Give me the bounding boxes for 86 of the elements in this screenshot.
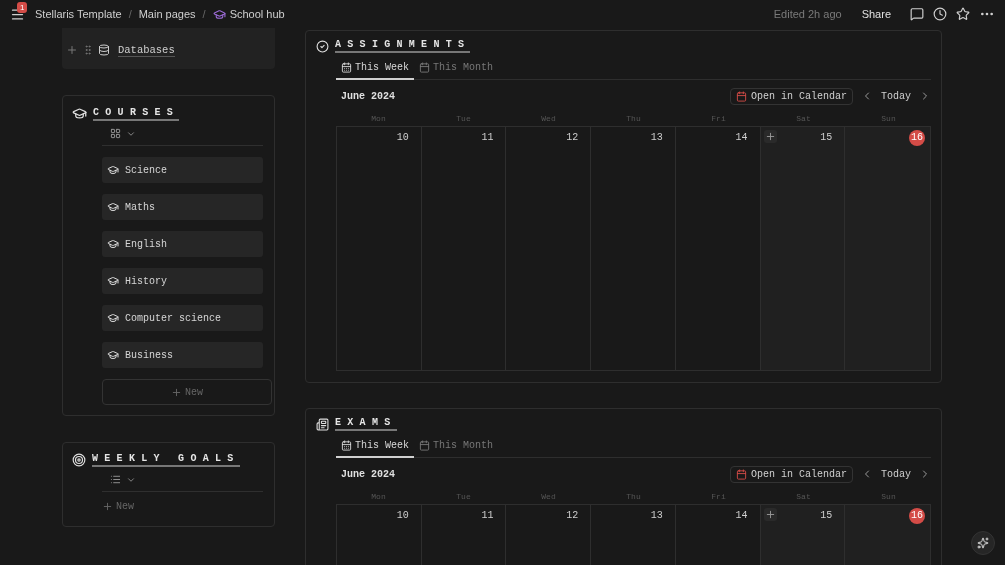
graduation-cap-icon	[107, 349, 119, 361]
open-in-calendar-button[interactable]: Open in Calendar	[729, 87, 853, 105]
day-number: 11	[480, 509, 495, 523]
today-button[interactable]: Today	[881, 468, 911, 480]
graduation-cap-icon	[107, 312, 119, 324]
day-number: 12	[565, 509, 580, 523]
add-button[interactable]	[763, 130, 777, 143]
day-number: 10	[395, 509, 410, 523]
star-icon[interactable]	[956, 7, 970, 21]
view-tab[interactable]: This Week	[336, 437, 414, 458]
calendar-icon	[419, 440, 430, 451]
day-cell[interactable]: 16	[845, 505, 930, 565]
month-label: June 2024	[341, 90, 395, 102]
course-card[interactable]: Science	[102, 157, 263, 183]
calendar-icon	[735, 90, 747, 102]
check-circle-icon	[316, 39, 329, 53]
day-number: 14	[734, 509, 749, 523]
day-number: 13	[649, 131, 664, 145]
breadcrumb-link[interactable]: Stellaris Template	[35, 8, 122, 20]
course-card[interactable]: Business	[102, 342, 263, 368]
plus-icon[interactable]	[66, 44, 78, 56]
section-title: EXAMS	[335, 417, 397, 431]
plus-icon	[764, 131, 776, 142]
calendar-icon	[735, 468, 747, 480]
edited-label: Edited 2h ago	[773, 8, 842, 20]
day-number: 11	[480, 131, 495, 145]
course-card[interactable]: English	[102, 231, 263, 257]
grid-icon	[110, 128, 121, 139]
plus-icon	[102, 501, 113, 512]
day-number: 15	[819, 509, 834, 523]
graduation-cap-icon	[107, 164, 119, 176]
day-cell[interactable]: 15	[760, 505, 846, 565]
day-cell[interactable]: 15	[760, 127, 846, 370]
database-icon	[98, 44, 110, 56]
view-switcher[interactable]	[110, 128, 136, 139]
graduation-cap-icon	[212, 7, 226, 21]
clock-icon[interactable]	[933, 7, 947, 21]
section-title: WEEKLY GOALS	[92, 453, 240, 467]
graduation-cap-icon	[107, 238, 119, 250]
day-number: 12	[565, 131, 580, 145]
graduation-cap-icon	[72, 106, 87, 121]
day-number: 15	[819, 131, 834, 145]
view-tab[interactable]: This Week	[336, 59, 414, 80]
section-title: COURSES	[93, 106, 180, 121]
today-button[interactable]: Today	[881, 90, 911, 102]
plus-icon	[764, 509, 776, 520]
view-switcher[interactable]	[110, 474, 136, 485]
month-label: June 2024	[341, 468, 395, 480]
notification-badge: 1	[17, 1, 28, 13]
breadcrumb-link[interactable]: School hub	[212, 7, 285, 21]
course-card[interactable]: Computer science	[102, 305, 263, 331]
share-button[interactable]: Share	[861, 8, 891, 20]
course-card[interactable]: History	[102, 268, 263, 294]
day-number: 16	[909, 508, 925, 524]
calendar-icon	[341, 440, 352, 451]
graduation-cap-icon	[107, 201, 119, 213]
weekday-label: Wed	[540, 491, 557, 501]
calendar-icon	[341, 62, 352, 73]
menu-icon	[10, 6, 25, 22]
newspaper-icon	[316, 417, 329, 431]
breadcrumb-separator: /	[202, 8, 206, 20]
view-tab[interactable]: This Month	[414, 59, 499, 80]
target-icon	[72, 453, 86, 467]
section-title: ASSIGNMENTS	[335, 39, 471, 53]
day-number: 14	[734, 131, 749, 145]
day-number: 16	[909, 130, 925, 146]
calendar-icon	[419, 62, 430, 73]
menu-button[interactable]: 1	[10, 6, 25, 22]
weekday-label: Wed	[540, 113, 557, 123]
breadcrumb-separator: /	[128, 8, 132, 20]
drag-handle-icon[interactable]	[82, 44, 94, 56]
course-card[interactable]: Maths	[102, 194, 263, 220]
sparkle-button[interactable]	[971, 531, 995, 555]
plus-icon	[171, 386, 182, 398]
day-number: 10	[395, 131, 410, 145]
breadcrumb-link[interactable]: Main pages	[138, 8, 196, 20]
add-button[interactable]	[763, 508, 777, 521]
day-number: 13	[649, 509, 664, 523]
view-tab[interactable]: This Month	[414, 437, 499, 458]
list-icon	[110, 474, 121, 485]
open-in-calendar-button[interactable]: Open in Calendar	[729, 465, 853, 483]
sparkle-icon	[977, 537, 989, 549]
comment-icon[interactable]	[910, 7, 924, 21]
day-cell[interactable]: 16	[845, 127, 930, 370]
graduation-cap-icon	[107, 275, 119, 287]
page-link[interactable]: Databases	[118, 43, 175, 57]
